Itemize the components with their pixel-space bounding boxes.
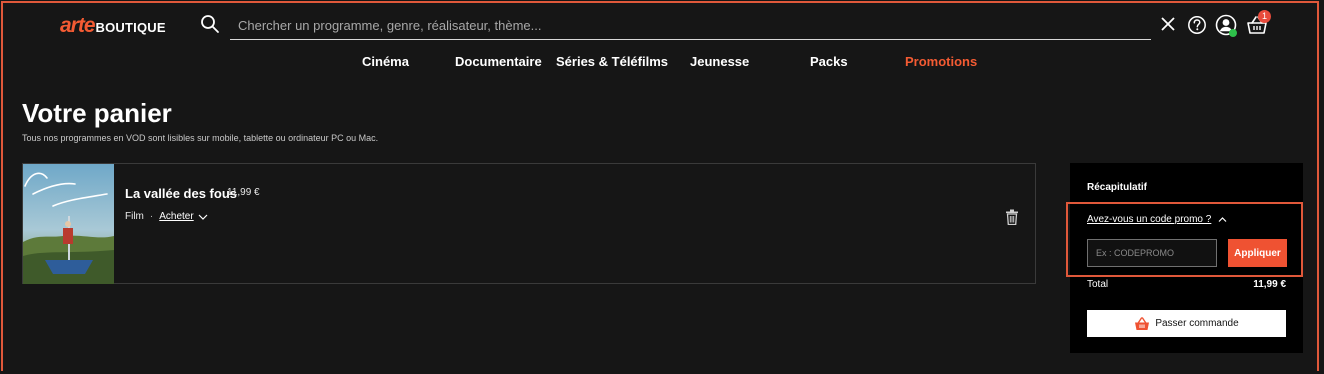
search-icon[interactable] xyxy=(200,14,220,34)
logo-suffix: BOUTIQUE xyxy=(95,20,166,35)
page-subtitle: Tous nos programmes en VOD sont lisibles… xyxy=(22,133,379,143)
nav-item-documentaire[interactable]: Documentaire xyxy=(455,54,542,69)
summary-title: Récapitulatif xyxy=(1087,182,1148,193)
nav-item-cinema[interactable]: Cinéma xyxy=(362,54,409,69)
basket-icon xyxy=(1135,316,1150,330)
search-bar xyxy=(230,11,1151,40)
total-value: 11,99 € xyxy=(1253,279,1286,290)
chevron-down-icon[interactable] xyxy=(198,213,208,221)
purchase-option-dropdown[interactable]: Acheter xyxy=(159,211,193,222)
nav-item-jeunesse[interactable]: Jeunesse xyxy=(690,54,749,69)
movie-poster[interactable] xyxy=(23,164,114,284)
promo-code-section: Avez-vous un code promo ? Appliquer xyxy=(1066,202,1303,277)
apply-promo-button[interactable]: Appliquer xyxy=(1228,239,1287,267)
checkout-button[interactable]: Passer commande xyxy=(1087,310,1286,337)
item-type: Film xyxy=(125,211,144,222)
promo-code-input[interactable] xyxy=(1087,239,1217,267)
promo-code-link[interactable]: Avez-vous un code promo ? xyxy=(1087,214,1211,225)
promo-code-toggle[interactable]: Avez-vous un code promo ? xyxy=(1087,214,1227,225)
item-meta: Film · Acheter xyxy=(125,211,208,222)
cart-count-badge: 1 xyxy=(1258,10,1271,23)
close-icon[interactable] xyxy=(1160,16,1176,32)
checkout-label: Passer commande xyxy=(1155,318,1239,329)
help-icon[interactable] xyxy=(1187,15,1207,35)
cart-item: La vallée des fous 11,99 € Film · Achete… xyxy=(22,163,1036,284)
item-price: 11,99 € xyxy=(227,187,260,198)
page-title: Votre panier xyxy=(22,98,172,128)
chevron-up-icon[interactable] xyxy=(1218,216,1227,223)
separator-dot: · xyxy=(149,211,154,222)
nav-item-series-telefilms[interactable]: Séries & Téléfilms xyxy=(556,54,668,69)
logo-brand: arte xyxy=(60,14,96,37)
search-input[interactable] xyxy=(230,17,1151,33)
nav-item-promotions[interactable]: Promotions xyxy=(905,54,977,69)
item-title[interactable]: La vallée des fous xyxy=(125,186,237,201)
nav-item-packs[interactable]: Packs xyxy=(810,54,848,69)
total-label: Total xyxy=(1087,279,1109,290)
online-status-dot xyxy=(1229,29,1237,37)
arte-boutique-logo[interactable]: arte BOUTIQUE xyxy=(60,14,166,37)
trash-icon[interactable] xyxy=(1005,209,1019,225)
